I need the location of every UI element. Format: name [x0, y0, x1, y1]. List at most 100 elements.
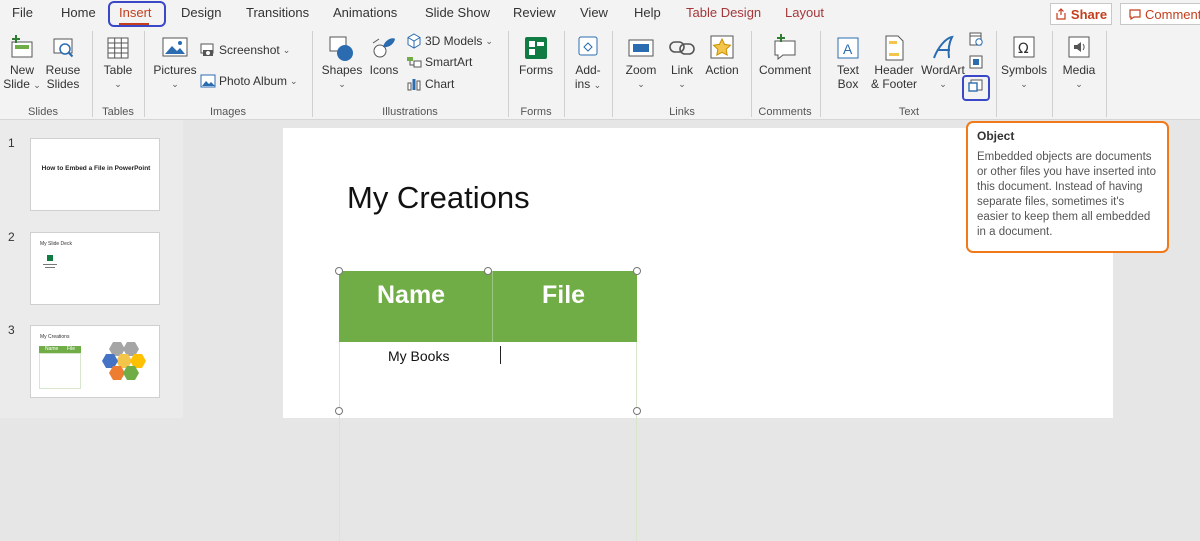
ribbon-tabs: File Home Insert Design Transitions Anim…	[0, 0, 1200, 27]
add-ins-button[interactable]: Add- ins ⌄	[570, 33, 606, 92]
forms-button[interactable]: Forms	[516, 33, 556, 77]
separator	[996, 31, 997, 117]
share-icon	[1056, 8, 1066, 20]
table-header-cell[interactable]: Name	[377, 281, 445, 310]
chart-button[interactable]: Chart	[406, 77, 454, 91]
tab-view[interactable]: View	[580, 5, 608, 20]
tab-table-design[interactable]: Table Design	[686, 5, 761, 20]
group-label-tables: Tables	[102, 106, 134, 118]
table-button[interactable]: Table ⌄	[100, 33, 136, 91]
slide-thumbnail-2[interactable]: My Slide Deck	[30, 232, 160, 305]
resize-handle[interactable]	[335, 407, 343, 415]
separator	[820, 31, 821, 117]
zoom-icon	[628, 39, 654, 57]
wordart-button[interactable]: WordArt ⌄	[920, 33, 966, 91]
shapes-button[interactable]: Shapes ⌄	[320, 33, 364, 91]
forms-icon	[525, 37, 547, 59]
screenshot-button[interactable]: Screenshot ⌄	[200, 43, 290, 57]
tab-review[interactable]: Review	[513, 5, 556, 20]
tab-transitions[interactable]: Transitions	[246, 5, 309, 20]
icons-button[interactable]: Icons	[366, 33, 402, 77]
table-header-row: Name File	[339, 271, 637, 342]
screenshot-icon	[200, 43, 214, 56]
separator	[92, 31, 93, 117]
3d-models-label: 3D Models	[425, 34, 483, 48]
table-column-divider	[492, 271, 493, 342]
cube-icon	[407, 33, 421, 49]
link-button[interactable]: Link ⌄	[664, 33, 700, 91]
thumb-title: How to Embed a File in PowerPoint	[41, 165, 151, 172]
text-box-label-1: Text	[836, 63, 859, 77]
star-icon	[710, 35, 734, 59]
photo-album-label: Photo Album	[219, 74, 288, 88]
thumb-title: My Creations	[40, 334, 70, 340]
svg-text:A: A	[843, 41, 853, 57]
slide-number-icon	[969, 55, 983, 69]
resize-handle[interactable]	[335, 267, 343, 275]
slide-table[interactable]: Name File My Books	[339, 271, 637, 541]
slide-thumbnails-pane: 1 How to Embed a File in PowerPoint 2 My…	[0, 120, 183, 418]
separator	[312, 31, 313, 117]
shapes-icon	[329, 36, 353, 61]
media-button[interactable]: Media ⌄	[1058, 33, 1100, 91]
header-footer-button[interactable]: Header & Footer	[866, 33, 922, 91]
object-button-annotation	[962, 75, 990, 101]
text-box-icon: A	[837, 37, 859, 59]
chart-icon	[407, 79, 421, 91]
separator	[612, 31, 613, 117]
share-button[interactable]: Share	[1050, 3, 1112, 25]
symbols-button[interactable]: Ω Symbols ⌄	[1000, 33, 1048, 91]
icons-icon	[372, 38, 395, 58]
thumb-hexagon-diagram	[102, 342, 146, 380]
tab-file[interactable]: File	[12, 5, 33, 20]
action-button[interactable]: Action	[702, 33, 742, 77]
separator	[508, 31, 509, 117]
smartart-button[interactable]: SmartArt	[406, 55, 472, 69]
pictures-button[interactable]: Pictures ⌄	[153, 33, 197, 91]
tab-help[interactable]: Help	[634, 5, 661, 20]
action-label: Action	[705, 63, 739, 77]
zoom-button[interactable]: Zoom ⌄	[622, 33, 660, 91]
separator	[144, 31, 145, 117]
photo-album-button[interactable]: Photo Album ⌄	[200, 74, 298, 88]
text-box-button[interactable]: A Text Box	[830, 33, 866, 91]
smartart-icon	[407, 57, 422, 68]
group-label-illustrations: Illustrations	[382, 106, 438, 118]
tooltip-body: Embedded objects are documents or other …	[977, 151, 1156, 238]
chart-label: Chart	[425, 77, 455, 91]
tab-layout[interactable]: Layout	[785, 5, 824, 20]
table-cell[interactable]: My Books	[388, 348, 449, 364]
slide-thumbnail-3[interactable]: My Creations Name File	[30, 325, 160, 398]
3d-models-button[interactable]: 3D Models ⌄	[406, 33, 493, 49]
tab-design[interactable]: Design	[181, 5, 221, 20]
header-footer-label-1: Header	[874, 63, 914, 77]
slide-title[interactable]: My Creations	[347, 180, 530, 216]
tab-slide-show[interactable]: Slide Show	[425, 5, 490, 20]
tab-home[interactable]: Home	[61, 5, 96, 20]
chevron-down-icon: ⌄	[1075, 79, 1083, 89]
new-slide-icon	[11, 35, 33, 58]
table-header-cell[interactable]: File	[542, 281, 585, 310]
slide-thumbnail-1[interactable]: How to Embed a File in PowerPoint	[30, 138, 160, 211]
table-row: My Books	[339, 342, 637, 541]
comments-button[interactable]: Comments	[1120, 3, 1200, 25]
tooltip-title: Object	[977, 129, 1015, 143]
comment-button[interactable]: Comment	[756, 33, 814, 77]
tab-animations[interactable]: Animations	[333, 5, 397, 20]
text-cursor	[500, 346, 501, 364]
resize-handle[interactable]	[633, 407, 641, 415]
slide-number-button[interactable]	[968, 54, 984, 73]
add-ins-icon	[578, 36, 598, 56]
resize-handle[interactable]	[484, 267, 492, 275]
group-label-slides: Slides	[28, 106, 58, 118]
group-label-forms: Forms	[520, 106, 552, 118]
ribbon: New Slide ⌄ Reuse Slides Slides Table ⌄ …	[0, 27, 1200, 120]
date-time-button[interactable]	[968, 31, 984, 50]
resize-handle[interactable]	[633, 267, 641, 275]
chevron-down-icon: ⌄	[114, 79, 122, 89]
icons-label: Icons	[369, 63, 399, 77]
new-slide-button[interactable]: New Slide ⌄	[3, 33, 41, 92]
pictures-icon	[162, 37, 188, 57]
reuse-slides-icon	[53, 38, 74, 58]
reuse-slides-button[interactable]: Reuse Slides	[44, 33, 82, 91]
